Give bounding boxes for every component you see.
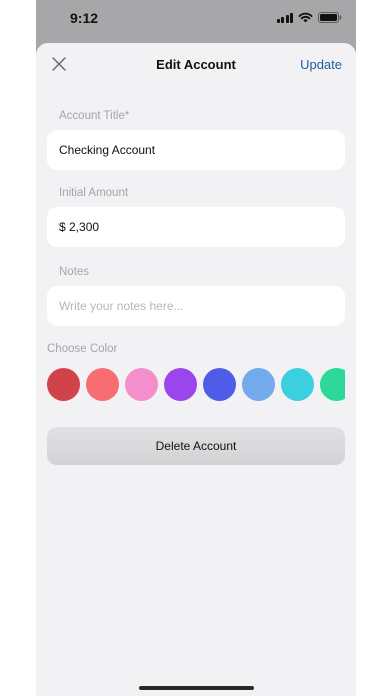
home-indicator — [139, 686, 254, 690]
device-screen: 9:12 Edit Account Update Account Title* … — [36, 0, 356, 696]
navigation-bar: Edit Account Update — [36, 43, 356, 87]
color-swatch[interactable] — [203, 368, 236, 401]
notes-label: Notes — [59, 266, 90, 278]
notes-field[interactable]: Write your notes here... — [47, 286, 345, 326]
color-swatch[interactable] — [281, 368, 314, 401]
color-swatch[interactable] — [164, 368, 197, 401]
status-bar: 9:12 — [36, 0, 356, 40]
initial-amount-label: Initial Amount — [59, 187, 129, 199]
account-title-field[interactable]: Checking Account — [47, 130, 345, 170]
cellular-signal-icon — [276, 12, 293, 23]
delete-account-button[interactable]: Delete Account — [47, 427, 345, 465]
color-swatch[interactable] — [320, 368, 345, 401]
account-title-label: Account Title* — [59, 110, 130, 122]
color-swatch[interactable] — [86, 368, 119, 401]
choose-color-label: Choose Color — [47, 343, 118, 355]
status-icons — [276, 12, 343, 23]
color-swatch[interactable] — [125, 368, 158, 401]
update-button[interactable]: Update — [300, 57, 342, 72]
battery-icon — [318, 12, 342, 23]
color-swatch-list — [47, 368, 345, 404]
edit-account-sheet: Edit Account Update Account Title* Check… — [36, 43, 356, 696]
wifi-icon — [298, 12, 313, 23]
color-swatch[interactable] — [242, 368, 275, 401]
color-swatch[interactable] — [47, 368, 80, 401]
initial-amount-field[interactable]: $ 2,300 — [47, 207, 345, 247]
status-time: 9:12 — [70, 10, 99, 26]
